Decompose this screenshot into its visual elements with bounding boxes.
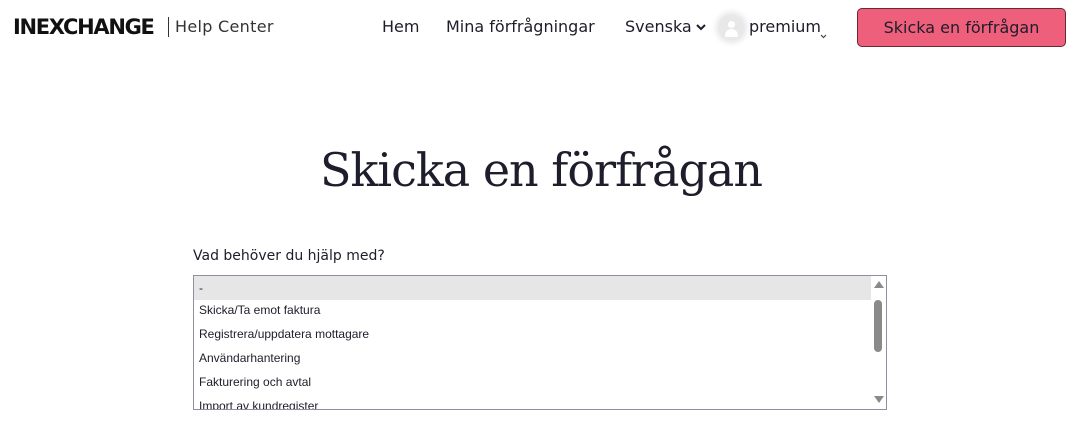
language-label: Svenska — [625, 17, 692, 36]
avatar-body — [725, 29, 738, 37]
list-option[interactable]: - — [194, 276, 871, 300]
help-topic-label: Vad behöver du hjälp med? — [193, 248, 385, 264]
scroll-down-arrow-icon[interactable] — [874, 396, 884, 403]
logo-divider — [168, 17, 169, 37]
nav-home-link[interactable]: Hem — [382, 16, 419, 38]
page-title: Skicka en förfrågan — [320, 143, 763, 197]
help-center-label[interactable]: Help Center — [175, 16, 274, 38]
list-option[interactable]: Skicka/Ta emot faktura — [194, 298, 871, 322]
scroll-up-arrow-icon[interactable] — [874, 281, 884, 288]
list-option[interactable]: Import av kundregister — [194, 394, 871, 409]
help-topic-listbox[interactable]: - Skicka/Ta emot faktura Registrera/uppd… — [193, 275, 887, 410]
list-option[interactable]: Användarhantering — [194, 346, 871, 370]
scroll-thumb[interactable] — [874, 300, 882, 352]
language-selector[interactable]: Svenska — [625, 16, 706, 39]
list-option[interactable]: Registrera/uppdatera mottagare — [194, 322, 871, 346]
chevron-down-icon[interactable] — [820, 24, 827, 43]
list-option[interactable]: Fakturering och avtal — [194, 370, 871, 394]
listbox-scrollbar[interactable] — [871, 276, 886, 409]
submit-request-button[interactable]: Skicka en förfrågan — [857, 8, 1066, 47]
user-avatar-icon[interactable] — [719, 15, 744, 40]
site-header: INEXCHANGE Help Center Hem Mina förfrågn… — [0, 0, 1082, 56]
inexchange-logo[interactable]: INEXCHANGE — [13, 14, 155, 41]
nav-my-requests-link[interactable]: Mina förfrågningar — [446, 16, 595, 38]
avatar-head — [728, 21, 735, 28]
chevron-down-icon — [696, 15, 706, 37]
user-menu-name[interactable]: premium — [749, 16, 821, 38]
